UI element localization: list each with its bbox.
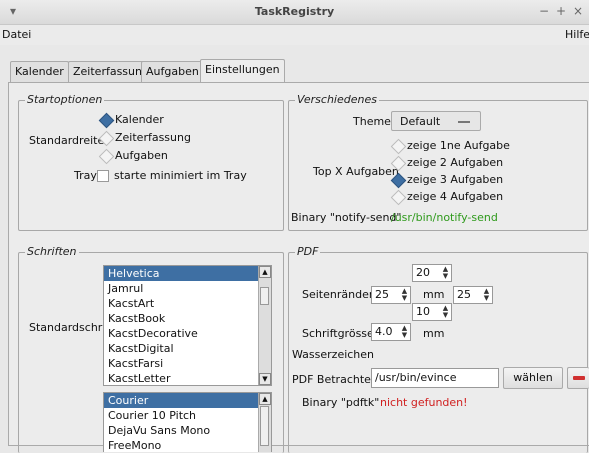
spinner-arrows-icon[interactable]: ▲ ▼ bbox=[482, 288, 491, 302]
spinner-arrows-icon[interactable]: ▲ ▼ bbox=[400, 288, 409, 302]
dropdown-icon bbox=[458, 121, 470, 123]
waehlen-button[interactable]: wählen bbox=[503, 367, 563, 389]
radio-kalender-label[interactable]: Kalender bbox=[115, 113, 164, 126]
schriften-title: Schriften bbox=[25, 245, 79, 258]
font-size-value: 4.0 bbox=[375, 325, 393, 338]
scroll-up-icon[interactable]: ▲ bbox=[259, 393, 271, 405]
tab-aufgaben[interactable]: Aufgaben bbox=[141, 61, 204, 82]
verschiedenes-title: Verschiedenes bbox=[295, 93, 379, 106]
radio-topx-4-label[interactable]: zeige 4 Aufgaben bbox=[407, 190, 503, 203]
spinner-arrows-icon[interactable]: ▲ ▼ bbox=[441, 266, 450, 280]
tab-kalender[interactable]: Kalender bbox=[10, 61, 69, 82]
margin-left-value: 25 bbox=[375, 288, 389, 301]
pdf-betrachter-label: PDF Betrachter bbox=[292, 373, 376, 386]
pdf-group: PDF 20 ▲ ▼ Seitenränder 25 ▲ ▼ mm 25 ▲ ▼ 10… bbox=[288, 245, 589, 453]
minimize-icon[interactable]: − bbox=[539, 4, 549, 18]
margin-bottom-value: 10 bbox=[416, 305, 430, 318]
scroll-up-icon[interactable]: ▲ bbox=[259, 266, 271, 278]
mono-list-scrollbar[interactable]: ▲ bbox=[258, 393, 271, 452]
scroll-thumb[interactable] bbox=[260, 287, 269, 305]
verschiedenes-group: Verschiedenes Theme Default Top X Aufgab… bbox=[288, 93, 588, 231]
font-list-primary[interactable]: Helvetica Jamrul KacstArt KacstBook Kacs… bbox=[103, 265, 272, 386]
scroll-down-icon[interactable]: ▼ bbox=[259, 373, 271, 385]
schriften-group: Schriften Standardschrift Helvetica Jamr… bbox=[18, 245, 284, 453]
window-title: TaskRegistry bbox=[254, 5, 335, 18]
radio-aufgaben[interactable] bbox=[98, 148, 115, 165]
list-item[interactable]: KacstArt bbox=[104, 296, 271, 311]
margin-right-value: 25 bbox=[457, 288, 471, 301]
notify-value: /usr/bin/notify-send bbox=[391, 211, 498, 224]
schriftgroesse-label: Schriftgrösse bbox=[302, 327, 374, 340]
startoptionen-title: Startoptionen bbox=[25, 93, 105, 106]
startoptionen-group: Startoptionen Standardreiter Kalender Ze… bbox=[18, 93, 284, 231]
list-item[interactable]: FreeMono bbox=[104, 438, 271, 452]
margin-left-spinner[interactable]: 25 ▲ ▼ bbox=[371, 286, 411, 304]
maximize-icon[interactable]: + bbox=[556, 4, 566, 18]
radio-topx-3-label[interactable]: zeige 3 Aufgaben bbox=[407, 173, 503, 186]
radio-kalender[interactable] bbox=[98, 112, 115, 129]
tray-checkbox[interactable] bbox=[97, 170, 109, 182]
radio-topx-1[interactable] bbox=[390, 138, 407, 155]
topx-label: Top X Aufgaben bbox=[313, 165, 399, 178]
title-bar: ▾ TaskRegistry − + × bbox=[0, 0, 589, 25]
menu-datei[interactable]: Datei bbox=[2, 28, 31, 41]
menu-hilfe[interactable]: Hilfe bbox=[565, 28, 589, 41]
list-item[interactable]: KacstDigital bbox=[104, 341, 271, 356]
radio-topx-2-label[interactable]: zeige 2 Aufgaben bbox=[407, 156, 503, 169]
tray-checkbox-label[interactable]: starte minimiert im Tray bbox=[114, 169, 247, 182]
pdf-viewer-path-value: /usr/bin/evince bbox=[375, 371, 457, 384]
pdf-title: PDF bbox=[295, 245, 321, 258]
pdftk-label: Binary "pdftk" bbox=[302, 396, 380, 409]
theme-value: Default bbox=[400, 115, 441, 128]
list-item[interactable]: KacstFarsi bbox=[104, 356, 271, 371]
margin-right-spinner[interactable]: 25 ▲ ▼ bbox=[453, 286, 493, 304]
list-item[interactable]: Jamrul bbox=[104, 281, 271, 296]
radio-zeiterfassung-label[interactable]: Zeiterfassung bbox=[115, 131, 191, 144]
radio-aufgaben-label[interactable]: Aufgaben bbox=[115, 149, 168, 162]
margin-top-spinner[interactable]: 20 ▲ ▼ bbox=[412, 264, 452, 282]
list-item[interactable]: KacstBook bbox=[104, 311, 271, 326]
wasserzeichen-label: Wasserzeichen bbox=[292, 348, 375, 361]
margin-top-value: 20 bbox=[416, 266, 430, 279]
menu-bar: Datei Hilfe bbox=[0, 25, 589, 45]
notify-label: Binary "notify-send" bbox=[291, 211, 402, 224]
font-list-mono[interactable]: Courier Courier 10 Pitch DejaVu Sans Mon… bbox=[103, 392, 272, 452]
pdftk-value: nicht gefunden! bbox=[380, 396, 468, 409]
theme-label: Theme bbox=[353, 115, 391, 128]
remove-icon bbox=[573, 376, 585, 380]
standardreiter-label: Standardreiter bbox=[29, 134, 109, 147]
clear-button[interactable] bbox=[567, 367, 589, 389]
list-item[interactable]: Helvetica bbox=[104, 266, 271, 281]
font-list-scrollbar[interactable]: ▲ ▼ bbox=[258, 266, 271, 385]
radio-topx-4[interactable] bbox=[390, 189, 407, 206]
scroll-thumb[interactable] bbox=[260, 406, 269, 446]
seitenraender-label: Seitenränder bbox=[302, 288, 374, 301]
list-item[interactable]: Courier 10 Pitch bbox=[104, 408, 271, 423]
margin-bottom-spinner[interactable]: 10 ▲ ▼ bbox=[412, 303, 452, 321]
mm-unit-label: mm bbox=[423, 327, 445, 340]
standardschrift-label: Standardschrift bbox=[29, 321, 114, 334]
list-item[interactable]: Courier bbox=[104, 393, 271, 408]
tray-label: Tray bbox=[74, 169, 97, 182]
list-item[interactable]: KacstLetter bbox=[104, 371, 271, 385]
pdf-viewer-path-input[interactable]: /usr/bin/evince bbox=[371, 368, 499, 388]
close-icon[interactable]: × bbox=[573, 4, 583, 18]
tab-einstellungen[interactable]: Einstellungen bbox=[200, 59, 285, 83]
theme-select[interactable]: Default bbox=[391, 111, 481, 131]
spinner-arrows-icon[interactable]: ▲ ▼ bbox=[441, 305, 450, 319]
list-item[interactable]: DejaVu Sans Mono bbox=[104, 423, 271, 438]
font-size-spinner[interactable]: 4.0 ▲ ▼ bbox=[371, 323, 411, 341]
mm-unit-label: mm bbox=[423, 288, 445, 301]
radio-topx-1-label[interactable]: zeige 1ne Aufgabe bbox=[407, 139, 510, 152]
list-item[interactable]: KacstDecorative bbox=[104, 326, 271, 341]
spinner-arrows-icon[interactable]: ▲ ▼ bbox=[400, 325, 409, 339]
